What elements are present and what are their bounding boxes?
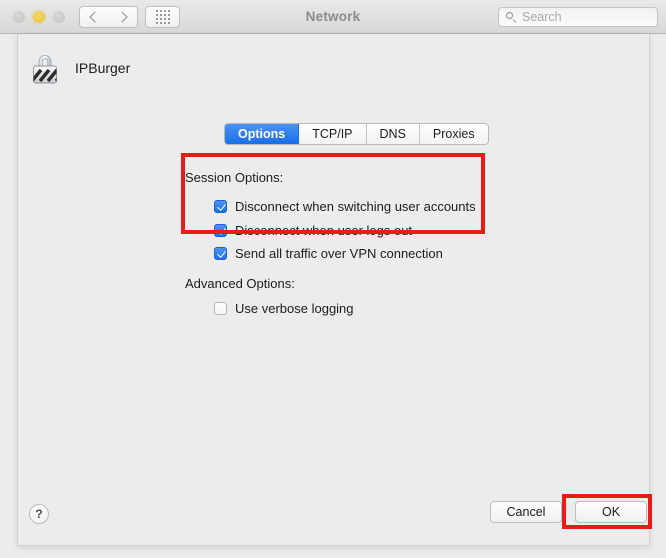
checkbox-use-verbose-logging[interactable]: Use verbose logging bbox=[214, 299, 354, 317]
tab-options[interactable]: Options bbox=[225, 124, 300, 144]
vpn-lock-icon bbox=[29, 49, 61, 87]
checkbox-label: Use verbose logging bbox=[235, 300, 354, 316]
tab-proxies[interactable]: Proxies bbox=[420, 124, 488, 144]
service-name-label: IPBurger bbox=[75, 60, 131, 76]
window-titlebar: Network Search bbox=[0, 0, 666, 34]
help-button[interactable]: ? bbox=[29, 504, 49, 524]
checkbox-disconnect-user-logs-out[interactable]: Disconnect when user logs out bbox=[214, 221, 412, 239]
search-field[interactable]: Search bbox=[498, 7, 658, 27]
checkbox-label: Send all traffic over VPN connection bbox=[235, 245, 443, 261]
tab-dns[interactable]: DNS bbox=[367, 124, 420, 144]
checkbox-disconnect-switching-user-accounts[interactable]: Disconnect when switching user accounts bbox=[214, 197, 476, 215]
checkbox-checked-icon bbox=[214, 246, 227, 260]
settings-tab-bar: Options TCP/IP DNS Proxies bbox=[224, 123, 489, 145]
cancel-button[interactable]: Cancel bbox=[490, 501, 562, 523]
tab-tcpip[interactable]: TCP/IP bbox=[299, 124, 367, 144]
checkbox-label: Disconnect when user logs out bbox=[235, 222, 413, 238]
checkbox-send-all-traffic-over-vpn[interactable]: Send all traffic over VPN connection bbox=[214, 244, 443, 262]
advanced-options-group-label: Advanced Options: bbox=[185, 276, 295, 291]
search-input[interactable]: Search bbox=[522, 10, 562, 24]
network-preferences-window: Network Search IPBurger Options TCP/IP D… bbox=[0, 0, 666, 558]
checkbox-checked-icon bbox=[214, 199, 227, 213]
service-header: IPBurger bbox=[29, 49, 130, 87]
session-options-group-label: Session Options: bbox=[185, 170, 284, 185]
ok-button[interactable]: OK bbox=[575, 501, 647, 523]
checkbox-unchecked-icon bbox=[214, 301, 227, 315]
checkbox-checked-icon bbox=[214, 223, 227, 237]
checkbox-label: Disconnect when switching user accounts bbox=[235, 198, 476, 214]
network-settings-sheet: IPBurger Options TCP/IP DNS Proxies Sess… bbox=[17, 34, 650, 546]
search-icon bbox=[506, 11, 517, 23]
